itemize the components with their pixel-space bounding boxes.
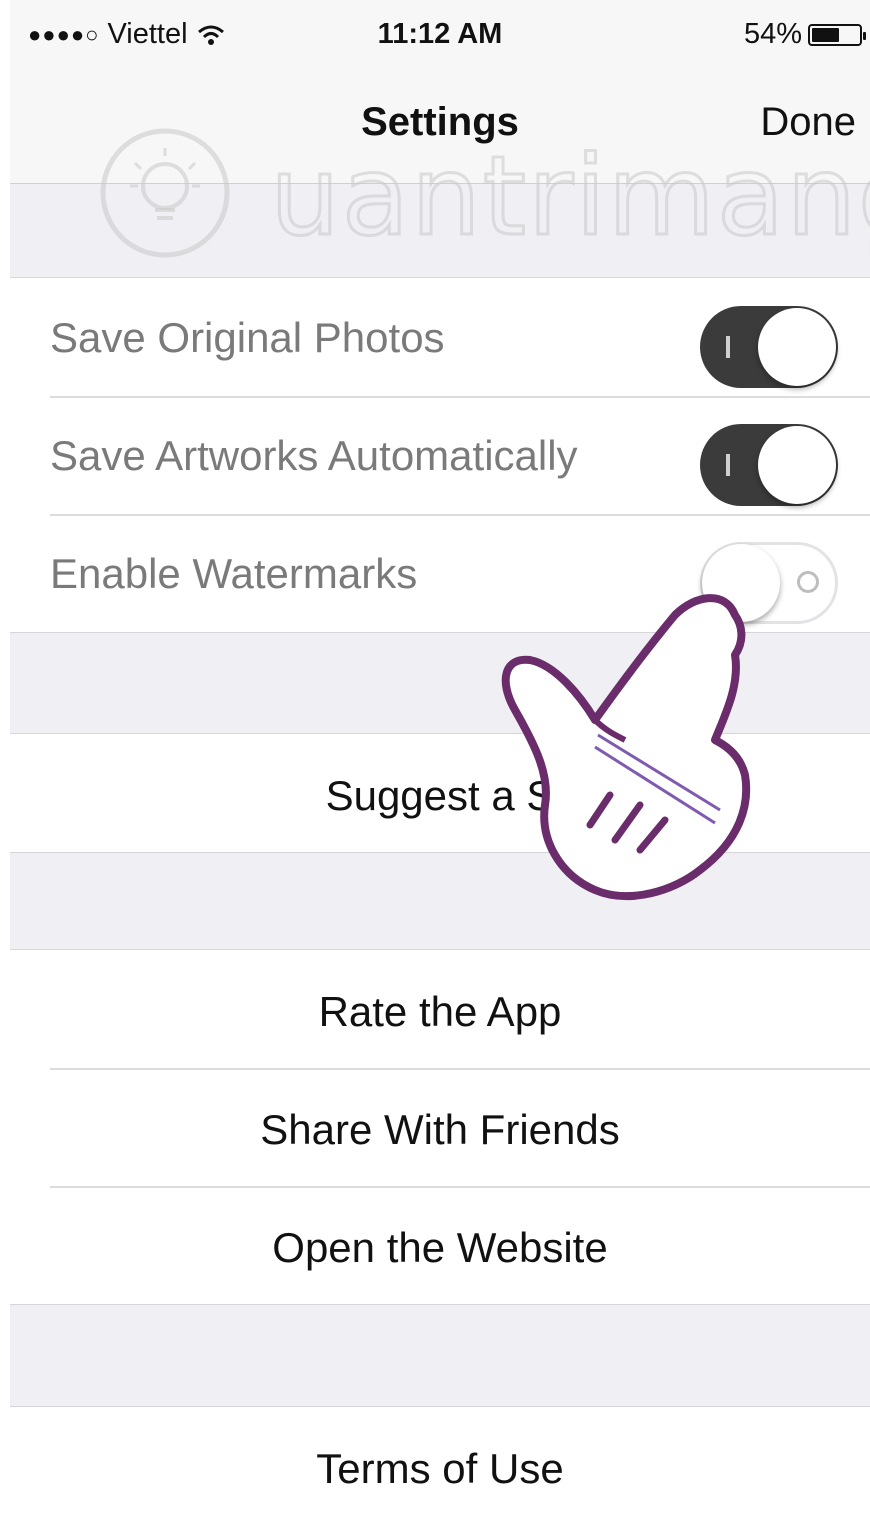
terms-of-use-row[interactable]: Terms of Use xyxy=(10,1407,870,1520)
save-original-photos-toggle[interactable] xyxy=(700,306,838,388)
open-the-website-row[interactable]: Open the Website xyxy=(10,1186,870,1304)
legal-group: Terms of Use xyxy=(10,1406,870,1520)
status-time: 11:12 AM xyxy=(377,18,503,50)
links-group: Rate the App Share With Friends Open the… xyxy=(10,949,870,1305)
toggle-label: Save Original Photos xyxy=(50,314,445,361)
toggle-row-save-original-photos: Save Original Photos xyxy=(10,278,870,396)
settings-screen: ●●●●○ Viettel 11:12 AM 54% Settings Done xyxy=(10,0,870,1520)
enable-watermarks-toggle[interactable] xyxy=(700,542,838,624)
suggest-label: Suggest a S xyxy=(325,772,555,819)
toggle-group: Save Original Photos Save Artworks Autom… xyxy=(10,277,870,633)
suggest-group: Suggest a S xyxy=(10,733,870,853)
toggle-row-save-artworks-automatically: Save Artworks Automatically xyxy=(10,396,870,514)
toggle-label: Save Artworks Automatically xyxy=(50,432,578,479)
suggest-row[interactable]: Suggest a S xyxy=(10,734,870,852)
page-title: Settings xyxy=(361,100,519,144)
toggle-row-enable-watermarks: Enable Watermarks xyxy=(10,514,870,632)
done-button[interactable]: Done xyxy=(760,100,856,145)
status-bar: ●●●●○ Viettel 11:12 AM 54% xyxy=(10,0,870,78)
save-artworks-automatically-toggle[interactable] xyxy=(700,424,838,506)
battery-percent: 54% xyxy=(743,18,802,50)
terms-label: Terms of Use xyxy=(316,1445,564,1492)
share-with-friends-row[interactable]: Share With Friends xyxy=(10,1068,870,1186)
toggle-label: Enable Watermarks xyxy=(50,550,418,597)
status-right: 54% xyxy=(743,18,866,51)
battery-icon xyxy=(808,23,866,46)
navigation-bar: Settings Done xyxy=(10,80,870,170)
link-label: Open the Website xyxy=(272,1224,608,1271)
link-label: Rate the App xyxy=(318,988,562,1035)
link-label: Share With Friends xyxy=(260,1106,620,1153)
rate-the-app-row[interactable]: Rate the App xyxy=(10,950,870,1068)
top-bar: ●●●●○ Viettel 11:12 AM 54% Settings Done xyxy=(10,0,870,184)
